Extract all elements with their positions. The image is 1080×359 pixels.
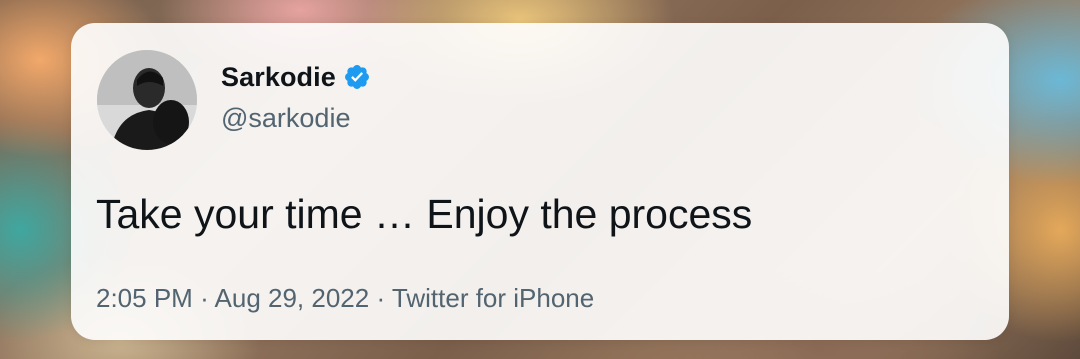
tweet-meta: 2:05 PM · Aug 29, 2022 · Twitter for iPh… [96,283,594,314]
tweet-source: Twitter for iPhone [391,283,595,313]
avatar[interactable] [97,50,197,150]
tweet-card[interactable]: Sarkodie @sarkodie Take your time … Enjo… [71,23,1009,340]
display-name[interactable]: Sarkodie [221,62,336,93]
tweet-time[interactable]: 2:05 PM [96,283,193,313]
tweet-date[interactable]: Aug 29, 2022 [215,283,370,313]
handle[interactable]: @sarkodie [221,103,350,134]
tweet-text: Take your time … Enjoy the process [96,191,753,237]
verified-badge-icon [344,65,369,89]
meta-separator: · [376,283,386,313]
author-row: Sarkodie [221,59,371,95]
meta-separator: · [200,283,209,313]
background-photo: Sarkodie @sarkodie Take your time … Enjo… [0,0,1080,359]
avatar-image [97,50,197,150]
